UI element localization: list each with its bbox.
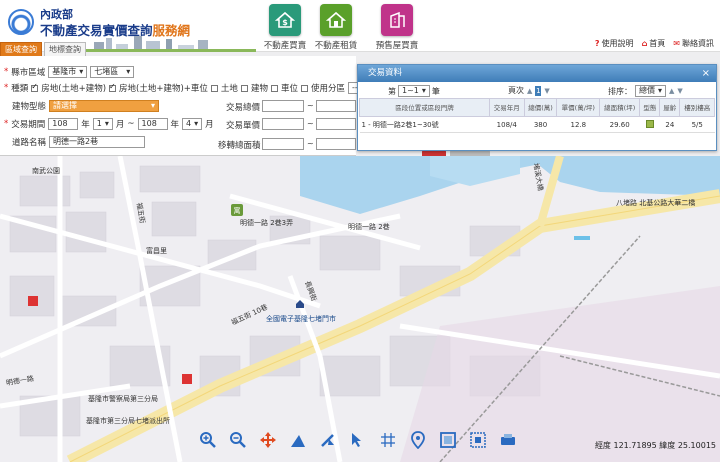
search-panel: *縣市區域 基隆市▾ 七堵區▾ *種類 房地(土地+建物) 房地(土地+建物)+… (0, 56, 378, 156)
to-year-input[interactable]: 108 (137, 118, 168, 130)
zoom-out-icon[interactable] (226, 428, 250, 452)
measure-line-icon[interactable] (316, 428, 340, 452)
col-date[interactable]: 交易年月 (489, 98, 525, 117)
sort-asc-icon[interactable]: ▲ (669, 87, 674, 95)
table-row[interactable]: 1 - 明德一路2巷1~30號 108/4 380 12.8 29.60 24 … (359, 116, 715, 133)
prev-page-icon[interactable]: ▲ (527, 87, 532, 95)
chevron-down-icon: ▾ (151, 101, 156, 110)
col-area[interactable]: 總面積(坪) (599, 98, 641, 117)
top-links: ? 使用說明 ⌂ 首頁 ✉ 聯絡資訊 (595, 38, 714, 49)
total-price-label: 交易總價 (226, 103, 261, 113)
col-floor[interactable]: 樓別樓高 (679, 98, 715, 117)
map-label: 富昌里 (146, 247, 167, 255)
measure-area-icon[interactable] (286, 428, 310, 452)
building-type-icon (645, 119, 654, 128)
skyline-illustration (86, 34, 256, 52)
page-number[interactable]: 1 (535, 85, 542, 96)
unit-price-label: 交易單價 (226, 121, 261, 131)
map-label: 南武公園 (32, 167, 60, 175)
results-table: 區段位置或區段門牌 交易年月 總價(萬) 單價(萬/坪) 總面積(坪) 型態 屋… (359, 98, 715, 133)
map-toolbar (196, 428, 520, 452)
tab-landmark-query[interactable]: 地標查詢 (44, 42, 86, 56)
sort-select[interactable]: 總價 ▾ (635, 85, 667, 97)
type-checkbox-land[interactable] (210, 84, 218, 92)
map-label: 基隆市警察局第三分局 (88, 395, 158, 403)
type-row: *種類 房地(土地+建物) 房地(土地+建物)+車位 土地 建物 車位 使用分區… (4, 82, 378, 94)
building-type-row: 建物型態 請選擇 ▾ (12, 100, 160, 112)
results-title-bar: 交易資料 × (358, 65, 716, 82)
chevron-down-icon: ▾ (126, 67, 131, 76)
query-tabs: 區域查詢 地標查詢 (0, 42, 88, 56)
home-icon: ⌂ (641, 39, 648, 48)
unit-price-min-input[interactable] (262, 118, 304, 130)
type-checkbox-parking[interactable] (270, 84, 278, 92)
location-pin-icon[interactable] (406, 428, 430, 452)
type-checkbox-zoning[interactable] (300, 84, 308, 92)
map-label: 八堵路 北基公路大華二橋 (616, 199, 696, 207)
results-pager: 第 1~1 ▾ 筆 頁次 ▲ 1 ▼ 排序： 總價 ▾ ▲ ▼ (388, 85, 683, 97)
type-checkbox-land-building[interactable] (31, 82, 39, 92)
col-total[interactable]: 總價(萬) (523, 98, 558, 117)
from-year-input[interactable]: 108 (48, 118, 79, 130)
area-label: 移轉總面積 (218, 141, 261, 151)
grid-icon[interactable] (376, 428, 400, 452)
svg-text:寓: 寓 (234, 206, 241, 215)
county-row: * 縣市區域 基隆市 ▾ 七堵區 ▾ (4, 66, 135, 78)
period-row: * 交易期間 108 年 1 ▾ 月 ~ 108 年 4 ▾ 月 (4, 118, 214, 130)
zoom-in-icon[interactable] (196, 428, 220, 452)
type-checkbox-building[interactable] (240, 84, 248, 92)
coordinate-readout: 經度 121.71895 緯度 25.10015 (594, 441, 716, 450)
map-label: 基隆市第三分局七堵派出所 (86, 417, 170, 425)
question-icon: ? (594, 39, 600, 48)
to-month-select[interactable]: 4 ▾ (182, 118, 203, 130)
nav-rent[interactable]: 不動產租賃 (305, 4, 367, 51)
house-icon (320, 4, 352, 36)
col-age[interactable]: 屋齡 (659, 98, 681, 117)
county-select[interactable]: 基隆市 ▾ (48, 66, 88, 78)
type-checkbox-land-building-parking[interactable] (109, 82, 117, 92)
total-price-min-input[interactable] (262, 100, 304, 112)
road-input[interactable]: 明德一路2巷 (49, 136, 146, 148)
print-icon[interactable] (496, 428, 520, 452)
svg-text:$: $ (282, 18, 288, 27)
map-label: 明德一路 2巷 (348, 223, 390, 231)
area-max-input[interactable] (316, 138, 356, 150)
close-icon[interactable]: × (702, 65, 710, 82)
range-select[interactable]: 1~1 ▾ (398, 85, 430, 97)
house-dollar-icon: $ (269, 4, 301, 36)
pan-icon[interactable] (256, 428, 280, 452)
fullscreen-icon[interactable] (466, 428, 490, 452)
home-link[interactable]: ⌂ 首頁 (642, 38, 666, 49)
select-icon[interactable] (346, 428, 370, 452)
unit-price-max-input[interactable] (316, 118, 356, 130)
contact-icon: ✉ (673, 39, 680, 48)
next-page-icon[interactable]: ▼ (544, 87, 549, 95)
col-address[interactable]: 區段位置或區段門牌 (359, 98, 490, 117)
tab-area-query[interactable]: 區域查詢 (0, 42, 42, 56)
building-crane-icon (381, 4, 413, 36)
map-label: 全國電子基隆七堵門市 (266, 315, 336, 323)
building-type-select[interactable]: 請選擇 ▾ (49, 100, 160, 112)
from-month-select[interactable]: 1 ▾ (92, 118, 113, 130)
col-unit[interactable]: 單價(萬/坪) (556, 98, 601, 117)
frame-icon[interactable] (436, 428, 460, 452)
area-min-input[interactable] (262, 138, 304, 150)
map-canvas[interactable]: 寓 南武公園 明德一路 2巷3弄 明德一路 2巷 富昌里 福五街 福五街 10巷… (0, 156, 720, 462)
chevron-down-icon: ▾ (79, 67, 84, 76)
ministry-emblem-icon (8, 9, 34, 35)
help-link[interactable]: ? 使用說明 (595, 38, 634, 49)
nav-presale[interactable]: 預售屋買賣 (366, 4, 428, 51)
col-type[interactable]: 型態 (639, 98, 661, 117)
total-price-max-input[interactable] (316, 100, 356, 112)
results-panel: 交易資料 × 第 1~1 ▾ 筆 頁次 ▲ 1 ▼ 排序： 總價 ▾ ▲ ▼ 區段位… (357, 64, 717, 151)
contact-link[interactable]: ✉ 聯絡資訊 (673, 38, 714, 49)
sort-desc-icon[interactable]: ▼ (677, 87, 682, 95)
road-row: 道路名稱 明德一路2巷 (12, 136, 146, 148)
site-header: 內政部 不動產交易實價查詢服務網 $ 不動產買賣 不動產租賃 預售屋買賣 ? 使用… (0, 0, 720, 56)
district-select[interactable]: 七堵區 ▾ (90, 66, 135, 78)
map-label: 明德一路 2巷3弄 (240, 219, 294, 227)
